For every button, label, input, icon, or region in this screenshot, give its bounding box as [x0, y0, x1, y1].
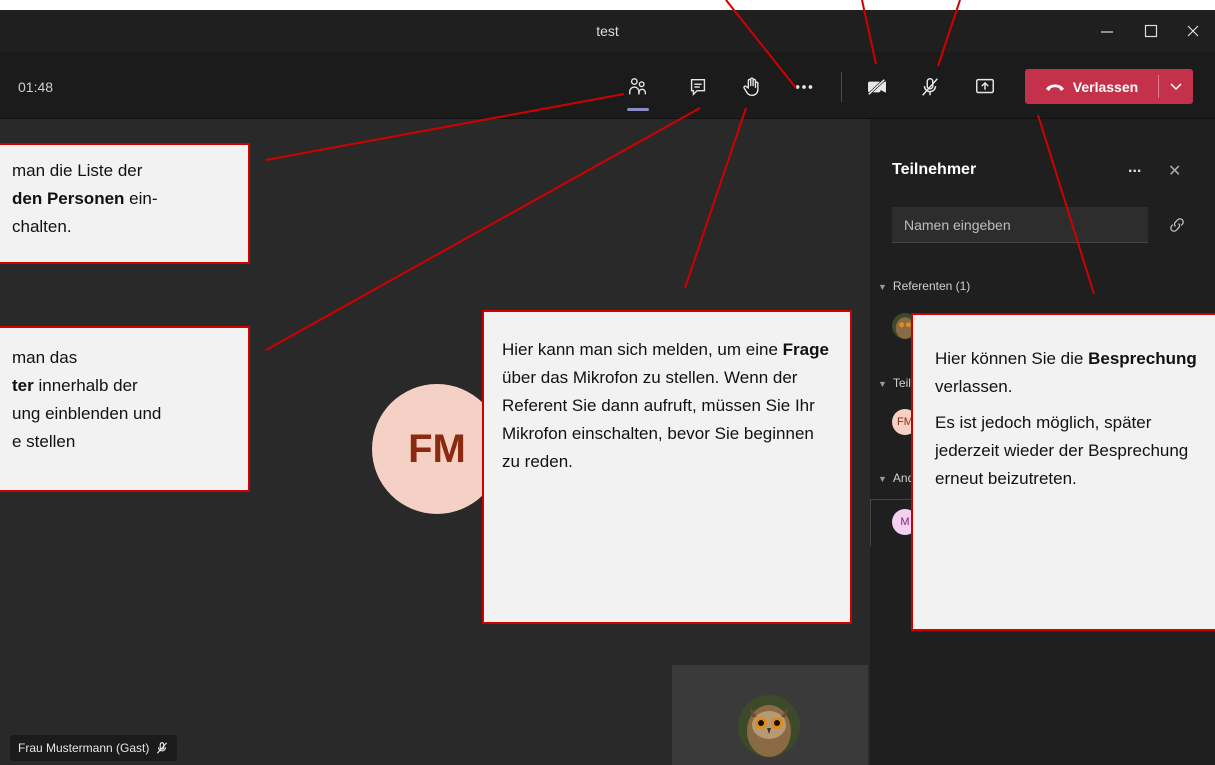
collapse-caret-icon: ▼ [878, 474, 887, 484]
microphone-off-icon [922, 78, 938, 96]
callout-text: Hier können Sie die [935, 349, 1089, 368]
callout-text: ein- [124, 189, 158, 208]
callout-chat: man das ter innerhalb der ung einblenden… [0, 326, 250, 492]
minimize-icon [1101, 31, 1113, 33]
callout-bold-text: Frage [782, 340, 829, 359]
share-invite-link-button[interactable] [1168, 216, 1186, 239]
meeting-toolbar: 01:48 Verlassen [0, 52, 1215, 119]
callout-text: Es ist jedoch möglich, später jederzeit … [935, 413, 1189, 488]
chat-icon [690, 78, 706, 96]
window-title: test [596, 23, 619, 39]
more-icon [795, 85, 813, 89]
chevron-down-icon [1170, 82, 1182, 90]
hang-up-icon [1045, 84, 1064, 91]
leave-button-label: Verlassen [1072, 78, 1139, 95]
section-attendees-label: Teil [892, 376, 911, 390]
callout-leave-meeting: Hier können Sie die Besprechung verlasse… [911, 313, 1215, 631]
section-presenters-label: Referenten (1) [892, 279, 971, 293]
leave-button[interactable]: Verlassen [1025, 69, 1158, 104]
collapse-caret-icon: ▼ [878, 282, 887, 292]
callout-text: man die Liste der [12, 161, 143, 180]
collapse-caret-icon: ▼ [878, 379, 887, 389]
share-screen-button[interactable] [967, 70, 1003, 104]
callout-text: man das [12, 348, 78, 367]
close-window-button[interactable] [1173, 16, 1213, 46]
show-chat-button[interactable] [680, 70, 716, 104]
callout-text: chalten. [12, 217, 72, 236]
show-participants-button[interactable] [620, 70, 656, 104]
raise-hand-button[interactable] [734, 70, 770, 104]
callout-text: e stellen [12, 432, 76, 451]
section-others[interactable]: ▼ And [878, 471, 914, 485]
maximize-icon [1144, 24, 1158, 38]
callout-bold-text: Besprechung [1088, 349, 1197, 368]
leave-options-dropdown[interactable] [1159, 69, 1193, 104]
section-attendees[interactable]: ▼ Teil [878, 376, 911, 390]
camera-toggle-button[interactable] [859, 70, 895, 104]
minimize-button[interactable] [1087, 16, 1127, 46]
participant-name: Frau Mustermann (Gast) [18, 741, 150, 755]
callout-text: über das Mikrofon zu stellen. Wenn der R… [502, 368, 815, 471]
active-tab-indicator [627, 108, 649, 111]
callout-text: innerhalb der [33, 376, 138, 395]
callout-participants-list: man die Liste der den Personen ein- chal… [0, 143, 250, 264]
microphone-toggle-button[interactable] [912, 70, 948, 104]
link-icon [1170, 218, 1184, 232]
share-screen-icon [976, 78, 994, 94]
camera-off-icon [867, 78, 886, 96]
panel-title: Teilnehmer [892, 161, 977, 178]
microphone-off-icon [157, 742, 168, 754]
panel-close-button[interactable]: ✕ [1168, 161, 1181, 181]
callout-bold-text: ter [12, 376, 34, 395]
owl-avatar-image [738, 695, 800, 757]
toolbar-separator [841, 72, 842, 102]
callout-raise-hand: Hier kann man sich melden, um eine Frage… [482, 310, 852, 624]
participant-name-tag: Frau Mustermann (Gast) [10, 735, 178, 761]
leave-meeting-control: Verlassen [1025, 69, 1193, 104]
more-actions-button[interactable] [786, 70, 822, 104]
close-icon [1187, 25, 1199, 37]
owl-avatar [738, 695, 800, 757]
raise-hand-icon [743, 77, 759, 96]
callout-bold-text: den Personen [12, 189, 125, 208]
callout-text: Hier kann man sich melden, um eine [502, 340, 783, 359]
section-presenters[interactable]: ▼ Referenten (1) [878, 279, 970, 293]
call-timer: 01:48 [18, 79, 54, 95]
participant-search-input[interactable] [892, 207, 1148, 243]
maximize-button[interactable] [1131, 16, 1171, 46]
callout-text: verlassen. [935, 377, 1013, 396]
participants-icon [629, 78, 647, 95]
callout-text: ung einblenden und [12, 404, 162, 423]
panel-more-button[interactable]: ... [1128, 159, 1141, 177]
title-bar: test [0, 10, 1215, 52]
